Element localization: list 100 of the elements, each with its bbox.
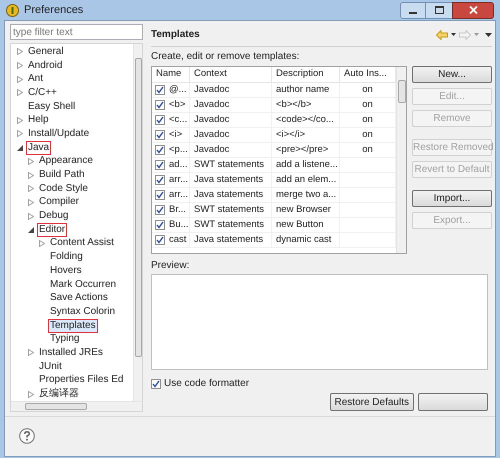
help-icon[interactable] bbox=[19, 428, 35, 444]
tree-item[interactable]: Java bbox=[27, 142, 50, 154]
expand-arrow-icon[interactable] bbox=[28, 172, 34, 179]
expand-arrow-icon[interactable] bbox=[39, 240, 45, 247]
expand-arrow-icon[interactable] bbox=[28, 185, 34, 192]
table-cell-text: <p... bbox=[169, 142, 188, 157]
tree-item[interactable]: Syntax Colorin bbox=[49, 306, 116, 318]
checkbox[interactable] bbox=[155, 145, 165, 155]
expand-arrow-icon[interactable] bbox=[17, 89, 23, 96]
apply-button[interactable] bbox=[418, 393, 488, 411]
close-button[interactable] bbox=[452, 2, 494, 18]
checkbox[interactable] bbox=[155, 115, 165, 125]
table-cell-text: add an elem... bbox=[276, 172, 336, 187]
expand-arrow-icon[interactable] bbox=[28, 198, 34, 206]
tree-item[interactable]: C/C++ bbox=[27, 86, 58, 99]
filter-field[interactable]: type filter text bbox=[10, 24, 143, 40]
side-button[interactable]: Import... bbox=[412, 190, 492, 207]
table-cell-text: SWT statements bbox=[194, 158, 264, 172]
table-cell-text: <code></co... bbox=[276, 112, 334, 127]
table-cell-text: new Browser bbox=[276, 202, 331, 217]
table-cell-text: <i> bbox=[169, 128, 182, 142]
table-cell-text: dynamic cast bbox=[276, 232, 332, 247]
tree-item[interactable]: Installed JREs bbox=[38, 346, 104, 359]
tree-item[interactable]: JUnit bbox=[38, 360, 63, 373]
column-header[interactable]: Description bbox=[272, 67, 340, 82]
table-cell-text: on bbox=[362, 82, 373, 97]
tree-item[interactable]: Typing bbox=[49, 333, 80, 346]
tree-item[interactable]: Content Assist bbox=[49, 237, 115, 250]
checkbox[interactable] bbox=[151, 378, 161, 388]
column-header[interactable]: Context bbox=[190, 67, 272, 82]
tree-item[interactable]: Help bbox=[27, 114, 50, 126]
tree-item[interactable]: Debug bbox=[38, 210, 70, 222]
minimize-button[interactable] bbox=[400, 2, 426, 18]
checkbox[interactable] bbox=[155, 160, 165, 170]
checkbox[interactable] bbox=[155, 85, 165, 95]
description-text: Create, edit or remove templates: bbox=[151, 51, 300, 63]
preview-area[interactable] bbox=[151, 274, 488, 370]
expand-arrow-icon[interactable] bbox=[17, 76, 23, 83]
vertical-scrollbar[interactable] bbox=[396, 67, 406, 253]
scroll-thumb[interactable] bbox=[134, 58, 142, 357]
column-header[interactable]: Name bbox=[152, 67, 190, 82]
scroll-thumb[interactable] bbox=[398, 80, 406, 103]
table-cell-text: <pre></pre> bbox=[276, 142, 328, 157]
table-cell-text: author name bbox=[276, 82, 330, 97]
tree-item[interactable]: Editor bbox=[38, 224, 66, 236]
collapse-arrow-icon[interactable] bbox=[17, 144, 23, 151]
tree-item[interactable]: Android bbox=[27, 60, 64, 72]
scroll-thumb[interactable] bbox=[25, 402, 87, 410]
tree-item[interactable]: Build Path bbox=[38, 169, 86, 182]
checkbox-label: Use code formatter bbox=[164, 377, 250, 391]
tree-item[interactable]: Save Actions bbox=[49, 292, 109, 304]
tree-item[interactable]: Templates bbox=[49, 320, 97, 332]
tree-item[interactable]: General bbox=[27, 46, 65, 58]
table-cell-text: on bbox=[362, 142, 373, 157]
expand-arrow-icon[interactable] bbox=[17, 48, 23, 56]
view-menu-icon[interactable] bbox=[485, 32, 492, 36]
table-cell-text: on bbox=[362, 98, 373, 112]
checkbox[interactable] bbox=[155, 130, 165, 140]
table-cell-text: <c... bbox=[169, 112, 188, 127]
tree-item[interactable]: Easy Shell bbox=[27, 100, 76, 113]
table-cell-text: Javadoc bbox=[194, 82, 230, 97]
checkbox[interactable] bbox=[155, 190, 165, 200]
maximize-button[interactable] bbox=[426, 2, 452, 18]
collapse-arrow-icon[interactable] bbox=[28, 226, 34, 233]
tree-item[interactable]: Ant bbox=[27, 73, 44, 86]
close-icon bbox=[468, 6, 478, 14]
app-icon bbox=[6, 4, 19, 16]
tree-item[interactable]: Hovers bbox=[49, 264, 83, 277]
tree-item[interactable]: Code Style bbox=[38, 182, 89, 195]
tree-item[interactable]: Compiler bbox=[38, 196, 80, 208]
checkbox[interactable] bbox=[155, 235, 165, 245]
side-button[interactable]: New... bbox=[412, 66, 492, 83]
table-cell-text: <b> bbox=[169, 98, 186, 112]
tree-item[interactable]: Folding bbox=[49, 251, 84, 264]
vertical-scrollbar[interactable] bbox=[133, 44, 142, 401]
tree-item[interactable]: Appearance bbox=[38, 155, 94, 168]
checkbox[interactable] bbox=[155, 175, 165, 185]
checkbox[interactable] bbox=[155, 100, 165, 110]
tree-item[interactable]: Install/Update bbox=[27, 128, 90, 140]
table-cell-text: cast bbox=[169, 232, 186, 247]
table-cell-text: merge two a... bbox=[276, 188, 336, 202]
expand-arrow-icon[interactable] bbox=[28, 212, 34, 220]
horizontal-scrollbar[interactable] bbox=[11, 400, 142, 411]
checkbox[interactable] bbox=[155, 205, 165, 215]
table-cell-text: <b></b> bbox=[276, 98, 312, 112]
expand-arrow-icon[interactable] bbox=[17, 116, 23, 124]
tree-item[interactable]: Properties Files Ed bbox=[38, 374, 124, 386]
expand-arrow-icon[interactable] bbox=[28, 349, 34, 356]
expand-arrow-icon[interactable] bbox=[17, 130, 23, 138]
expand-arrow-icon[interactable] bbox=[28, 158, 34, 165]
expand-arrow-icon[interactable] bbox=[17, 62, 23, 70]
table-cell-text: Java statements bbox=[194, 188, 264, 202]
checkbox[interactable] bbox=[155, 220, 165, 230]
dropdown-icon[interactable] bbox=[451, 33, 456, 36]
tree-item[interactable]: 反编译器 bbox=[38, 388, 80, 400]
table-cell-text: ad... bbox=[169, 158, 188, 172]
tree-item[interactable]: Mark Occurren bbox=[49, 278, 118, 291]
expand-arrow-icon[interactable] bbox=[28, 390, 34, 398]
window-title: Preferences bbox=[24, 2, 84, 18]
restore-defaults-button[interactable]: Restore Defaults bbox=[330, 393, 414, 411]
